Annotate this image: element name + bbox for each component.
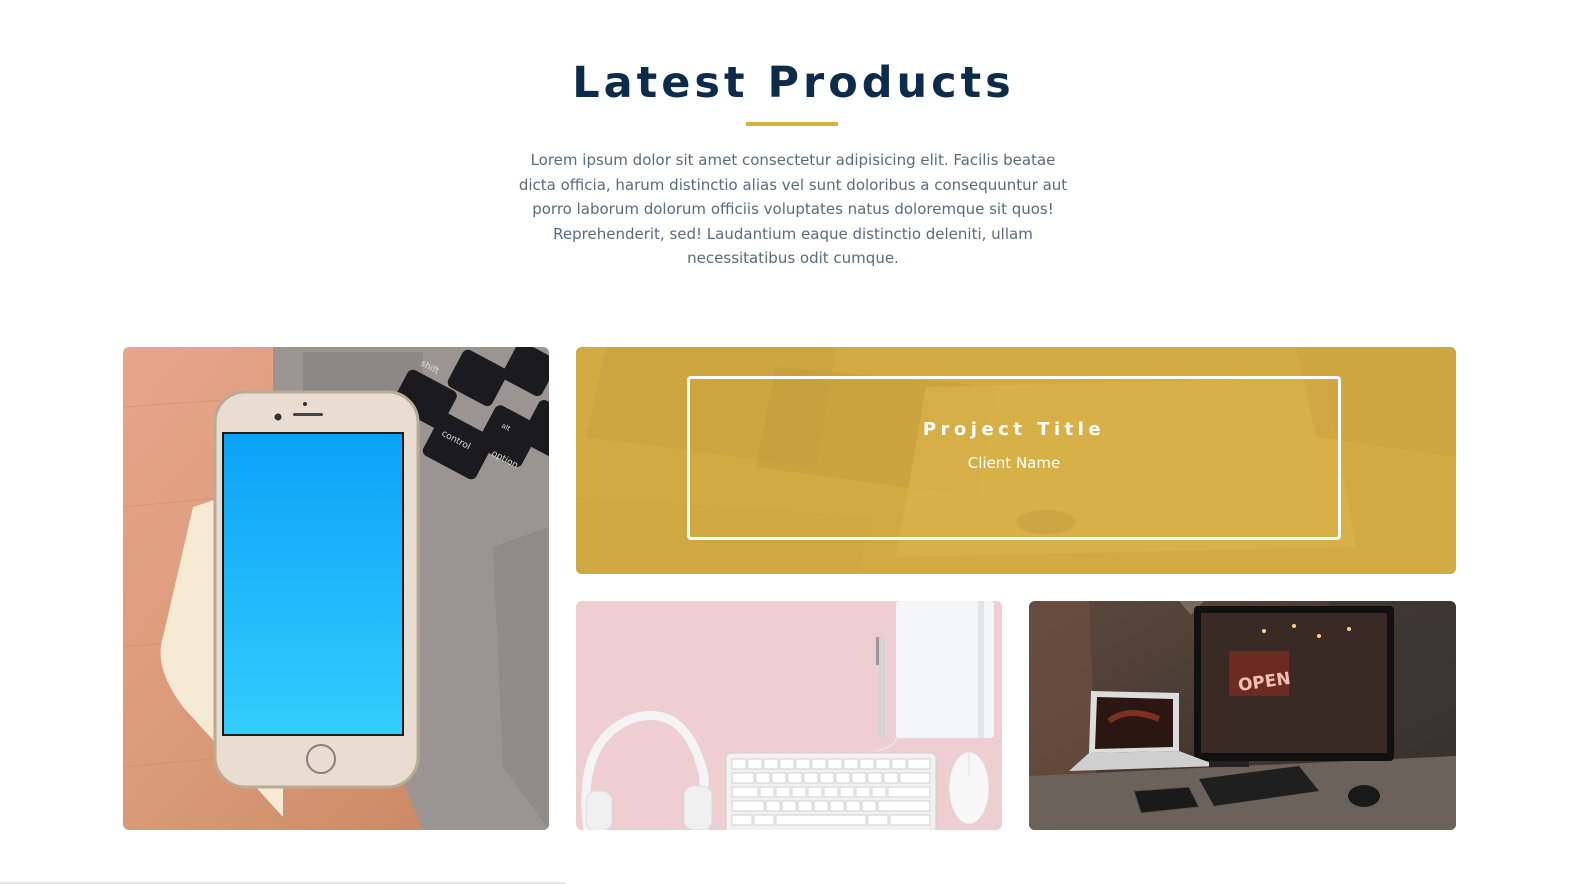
section-title: Latest Products <box>572 58 1015 108</box>
client-name: Client Name <box>967 454 1061 472</box>
workspace-photo: OPEN <box>1029 601 1456 830</box>
project-overlay[interactable]: Project Title Client Name <box>687 376 1341 540</box>
phone-photo: shift control alt option <box>123 347 549 830</box>
product-tile-featured[interactable]: Project Title Client Name <box>576 347 1456 574</box>
product-tile-phone[interactable]: shift control alt option <box>123 347 549 830</box>
project-title[interactable]: Project Title <box>690 419 1338 440</box>
title-underline <box>746 122 838 126</box>
product-tile-workspace[interactable]: OPEN <box>1029 601 1456 830</box>
section-intro: Lorem ipsum dolor sit amet consectetur a… <box>518 151 1068 267</box>
latest-products-section: Latest Products Lorem ipsum dolor sit am… <box>0 0 1587 884</box>
product-tile-desk[interactable] <box>576 601 1002 830</box>
desk-photo <box>576 601 1002 830</box>
